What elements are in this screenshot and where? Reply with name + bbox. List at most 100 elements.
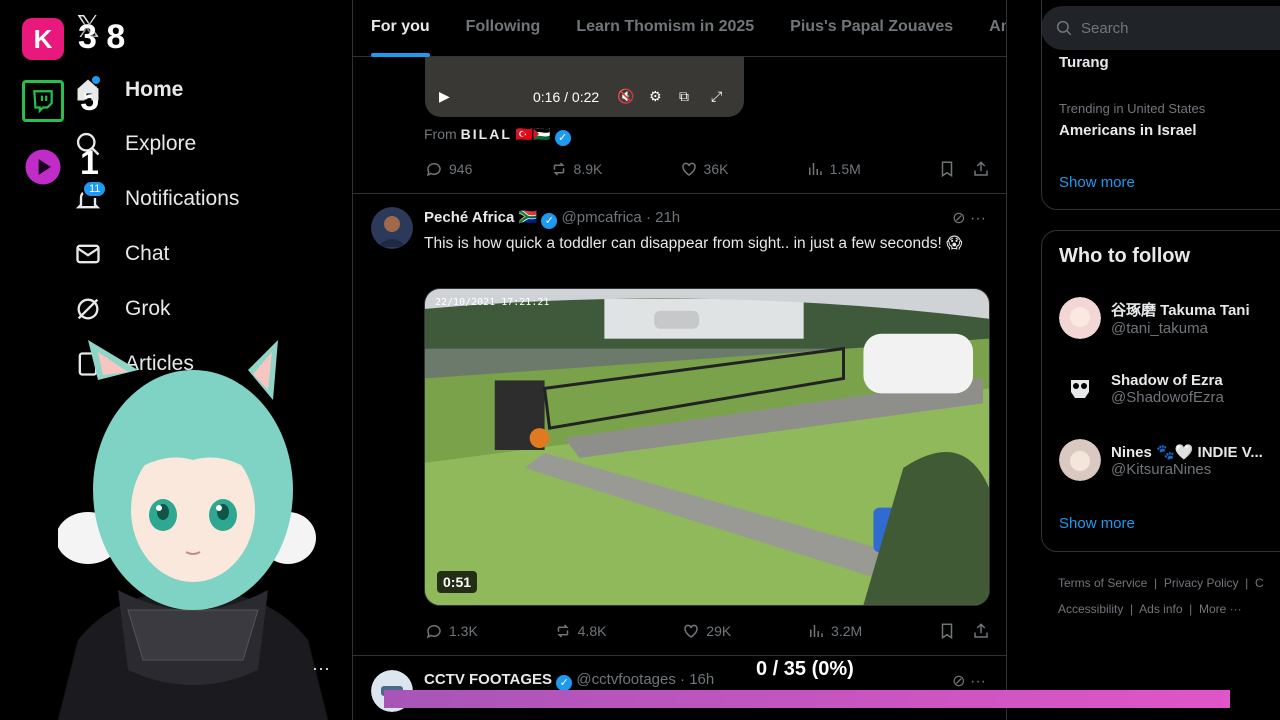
share-icon[interactable] xyxy=(972,160,990,178)
right-sidebar: Search Turang Trending in United States … xyxy=(1007,0,1280,720)
tab-learn-thomism[interactable]: Learn Thomism in 2025 xyxy=(558,0,772,57)
play-icon[interactable]: ▶ xyxy=(439,88,450,105)
author-name[interactable]: CCTV FOOTAGES xyxy=(424,671,552,688)
nav-notifications-label: Notifications xyxy=(125,187,240,210)
footer-links: Accessibility | Ads info | More ··· xyxy=(1058,602,1242,616)
trends-panel: Turang Trending in United States America… xyxy=(1041,0,1280,210)
reply-count: 1.3K xyxy=(449,623,478,639)
author-handle[interactable]: @cctvfootages xyxy=(576,671,675,688)
pip-icon[interactable]: ⧉ xyxy=(679,88,689,105)
views-icon xyxy=(810,625,823,637)
repost-count: 8.9K xyxy=(573,161,603,177)
like-button[interactable]: 29K xyxy=(682,622,731,640)
from-label: From xyxy=(424,126,457,142)
kick-icon: K xyxy=(22,18,64,60)
gear-icon[interactable]: ⚙ xyxy=(649,88,662,105)
follow-handle: @ShadowofEzra xyxy=(1111,389,1224,406)
bookmark-icon[interactable] xyxy=(938,160,956,178)
views-button[interactable]: 3.2M xyxy=(807,622,862,640)
more-icon[interactable]: ··· xyxy=(312,658,330,679)
from-flags: 🇹🇷🇵🇸 xyxy=(515,126,551,142)
tab-papal-zouaves[interactable]: Pius's Papal Zouaves xyxy=(772,0,971,57)
post-header: Peché Africa 🇿🇦 ✓ @pmcafrica · 21h xyxy=(424,208,680,229)
reply-count: 946 xyxy=(449,161,473,177)
nav-home[interactable]: Home xyxy=(74,70,183,110)
post-text: This is how quick a toddler can disappea… xyxy=(424,235,963,252)
post-time[interactable]: · 21h xyxy=(646,209,680,226)
follow-suggestion[interactable]: Shadow of Ezra @ShadowofEzra xyxy=(1059,368,1224,410)
who-to-follow-panel: Who to follow 谷琢磨 Takuma Tani @tani_taku… xyxy=(1041,230,1280,552)
video-time: 0:16 / 0:22 xyxy=(533,89,600,105)
follow-suggestion[interactable]: Nines 🐾🤍 INDIE V... @KitsuraNines xyxy=(1059,439,1263,481)
nav-chat[interactable]: Chat xyxy=(74,234,169,274)
view-count: 1.5M xyxy=(829,161,861,177)
repost-button[interactable]: 4.8K xyxy=(554,622,607,640)
like-count: 36K xyxy=(703,161,729,177)
trend-context: Trending in United States xyxy=(1059,101,1206,116)
mute-icon[interactable]: 🔇 xyxy=(617,88,634,105)
post-header: CCTV FOOTAGES ✓ @cctvfootages · 16h xyxy=(424,671,714,691)
author-flag: 🇿🇦 xyxy=(518,209,538,226)
trend-item[interactable]: Americans in Israel xyxy=(1059,122,1197,139)
grok-icon xyxy=(77,298,99,320)
footer-link[interactable]: Ads info xyxy=(1139,602,1182,616)
follow-handle: @tani_takuma xyxy=(1111,320,1208,337)
tab-following[interactable]: Following xyxy=(448,0,559,57)
footer-link[interactable]: C xyxy=(1255,576,1264,590)
follow-suggestion[interactable]: 谷琢磨 Takuma Tani @tani_takuma xyxy=(1059,297,1250,339)
video-player[interactable]: 22/10/2021 17:21:21 0:51 xyxy=(424,288,990,606)
fullscreen-icon[interactable]: ⤢ xyxy=(711,88,722,105)
footer-link[interactable]: Accessibility xyxy=(1058,602,1123,616)
post-divider xyxy=(353,655,1006,656)
vtuber-avatar xyxy=(58,340,328,720)
mail-icon xyxy=(76,244,100,264)
show-more-link[interactable]: Show more xyxy=(1059,515,1135,532)
nav-grok[interactable]: Grok xyxy=(74,289,171,329)
nav-grok-label: Grok xyxy=(125,297,171,320)
author-handle[interactable]: @pmcafrica xyxy=(562,209,642,226)
tab-overflow[interactable]: Am xyxy=(971,0,1006,57)
more-options-icon[interactable]: ⊘ ··· xyxy=(952,208,986,228)
footer-link[interactable]: Terms of Service xyxy=(1058,576,1147,590)
heart-icon xyxy=(681,162,696,176)
reply-button[interactable]: 946 xyxy=(425,160,472,178)
overlay-counter: 3 8 xyxy=(78,18,126,56)
repost-button[interactable]: 8.9K xyxy=(550,160,603,178)
like-count: 29K xyxy=(706,623,732,639)
trend-item[interactable]: Turang xyxy=(1059,54,1109,71)
like-button[interactable]: 36K xyxy=(680,160,729,178)
nav-home-label: Home xyxy=(125,78,184,101)
avatar xyxy=(1059,439,1101,481)
notifications-badge: 11 xyxy=(82,180,108,198)
repost-count: 4.8K xyxy=(577,623,607,639)
footer-link[interactable]: More ··· xyxy=(1199,602,1242,616)
tab-for-you[interactable]: For you xyxy=(353,0,448,57)
from-attribution[interactable]: From BILAL 🇹🇷🇵🇸 ✓ xyxy=(424,126,571,146)
verified-badge-icon: ✓ xyxy=(541,213,558,229)
post-actions: 946 8.9K 36K 1.5M xyxy=(425,160,990,178)
post-divider xyxy=(353,193,1006,194)
video-player[interactable]: ▶ 0:16 / 0:22 🔇 ⚙ ⧉ ⤢ xyxy=(425,57,744,117)
share-icon[interactable] xyxy=(972,622,990,640)
timeline: ▶ 0:16 / 0:22 🔇 ⚙ ⧉ ⤢ From BILAL 🇹🇷🇵🇸 ✓ 9… xyxy=(352,0,1007,720)
follow-name: Nines 🐾🤍 INDIE V... xyxy=(1111,443,1263,461)
views-icon xyxy=(808,163,822,175)
more-options-icon[interactable]: ⊘ ··· xyxy=(952,671,986,691)
show-more-link[interactable]: Show more xyxy=(1059,174,1135,191)
view-count: 3.2M xyxy=(831,623,863,639)
avatar xyxy=(1059,368,1101,410)
nav-explore-label: Explore xyxy=(125,132,197,155)
twitch-icon xyxy=(22,80,64,122)
avatar[interactable] xyxy=(371,207,413,249)
reply-icon xyxy=(426,624,441,639)
video-thumbnail xyxy=(425,289,989,605)
footer-link[interactable]: Privacy Policy xyxy=(1164,576,1239,590)
views-button[interactable]: 1.5M xyxy=(806,160,861,178)
reply-button[interactable]: 1.3K xyxy=(425,622,478,640)
post-time[interactable]: · 16h xyxy=(680,671,714,688)
nav-explore[interactable]: Explore xyxy=(74,124,196,164)
footer-links: Terms of Service | Privacy Policy | C xyxy=(1058,576,1264,590)
author-name[interactable]: Peché Africa xyxy=(424,209,514,226)
bookmark-icon[interactable] xyxy=(938,622,956,640)
from-name: BILAL xyxy=(460,126,512,142)
